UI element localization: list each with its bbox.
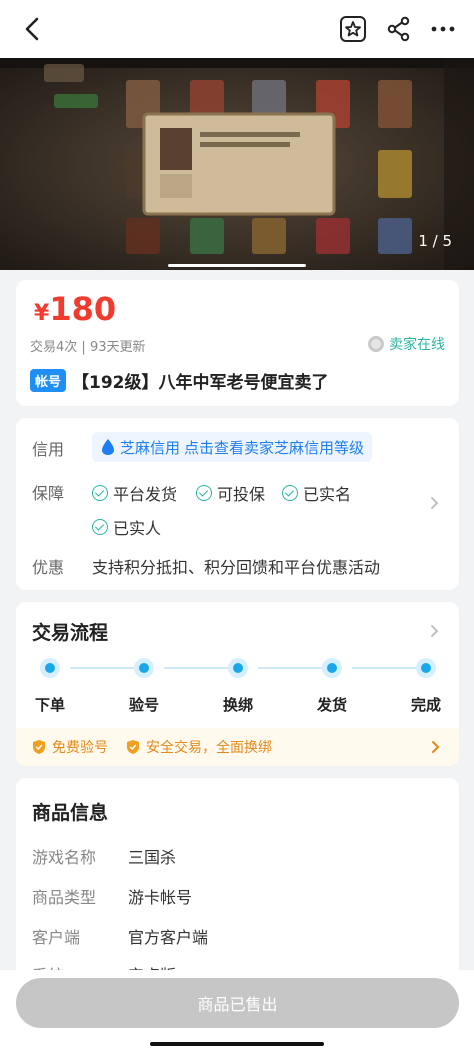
price: ¥180 — [34, 290, 116, 328]
process-step: 发货 — [302, 658, 362, 715]
promo-label: 优惠 — [32, 558, 65, 577]
water-drop-icon — [102, 439, 114, 455]
info-key: 客户端 — [32, 928, 81, 947]
info-row: 游戏名称 三国杀 — [32, 844, 176, 868]
step-label: 下单 — [34, 696, 65, 714]
step-dot-icon — [322, 658, 342, 678]
product-info-title: 商品信息 — [32, 802, 109, 824]
bottom-bar: 商品已售出 — [0, 970, 474, 1053]
step-label: 发货 — [316, 696, 347, 714]
credit-label: 信用 — [32, 440, 65, 459]
step-dot-icon — [40, 658, 60, 678]
account-tag: 帐号 — [30, 369, 67, 392]
safety-bar[interactable]: 免费验号 安全交易，全面换绑 — [16, 728, 459, 766]
seller-status-text: 卖家在线 — [389, 337, 445, 353]
listing-title-row: 帐号 【192级】八年中军老号便宜卖了 — [30, 368, 329, 393]
price-value: 180 — [49, 290, 117, 328]
info-key: 商品类型 — [32, 888, 97, 907]
chevron-right-icon[interactable] — [429, 496, 441, 510]
info-key: 游戏名称 — [32, 848, 97, 867]
image-gallery[interactable]: 1 / 5 — [0, 58, 474, 270]
info-value: 三国杀 — [128, 848, 177, 867]
info-row: 客户端 官方客户端 — [32, 924, 208, 948]
update-time: 93天更新 — [89, 340, 146, 355]
top-nav-bar — [0, 0, 474, 58]
check-circle-icon — [282, 485, 298, 501]
guarantee-card[interactable]: 信用 芝麻信用 点击查看卖家芝麻信用等级 保障 平台发货 可投保 已实名 已实人… — [16, 418, 459, 590]
more-options-icon[interactable] — [428, 14, 458, 44]
process-step: 完成 — [396, 658, 456, 715]
free-verify-text: 免费验号 — [52, 740, 108, 756]
credit-badge[interactable]: 芝麻信用 点击查看卖家芝麻信用等级 — [92, 432, 373, 462]
currency-symbol: ¥ — [34, 301, 50, 326]
promo-text: 支持积分抵扣、积分回馈和平台优惠活动 — [92, 558, 381, 577]
guarantee-label: 保障 — [32, 484, 65, 503]
gallery-indicator — [168, 264, 306, 267]
process-step: 下单 — [20, 658, 80, 715]
product-info-card: 商品信息 游戏名称三国杀 商品类型游卡帐号 客户端官方客户端 系统安卓版 — [16, 778, 459, 985]
safe-trade-text: 安全交易，全面换绑 — [146, 740, 272, 756]
zhima-credit-label: 芝麻信用 — [120, 438, 181, 457]
step-label: 完成 — [410, 696, 441, 714]
home-indicator — [150, 1042, 324, 1046]
step-dot-icon — [134, 658, 154, 678]
check-circle-icon — [196, 485, 212, 501]
info-value: 游卡帐号 — [128, 888, 193, 907]
process-step: 换绑 — [208, 658, 268, 715]
share-icon[interactable] — [384, 14, 414, 44]
trade-process-title: 交易流程 — [32, 622, 109, 644]
info-value: 官方客户端 — [128, 928, 209, 947]
guarantee-item: 已实名 — [282, 481, 351, 505]
process-step: 验号 — [114, 658, 174, 715]
trade-count: 交易4次 — [30, 340, 78, 355]
process-steps: 下单 验号 换绑 发货 完成 — [16, 658, 459, 718]
guarantee-item: 平台发货 — [92, 481, 177, 505]
game-screenshot-image — [0, 58, 474, 270]
shield-icon — [127, 740, 139, 754]
check-circle-icon — [92, 485, 108, 501]
trade-meta: 交易4次 | 93天更新 — [30, 336, 146, 355]
step-label: 换绑 — [222, 696, 253, 714]
guarantee-item-label: 已实名 — [303, 485, 352, 504]
chevron-right-icon[interactable] — [431, 740, 441, 754]
shield-icon — [33, 740, 45, 754]
guarantee-item-label: 已实人 — [113, 519, 162, 538]
favorite-star-icon[interactable] — [338, 14, 368, 44]
seller-online-status: 卖家在线 — [368, 334, 445, 354]
step-label: 验号 — [128, 696, 159, 714]
gallery-counter: 1 / 5 — [418, 232, 452, 250]
guarantee-item-label: 平台发货 — [113, 485, 178, 504]
back-arrow-icon[interactable] — [18, 14, 48, 44]
price-card: ¥180 交易4次 | 93天更新 卖家在线 帐号 【192级】八年中军老号便宜… — [16, 280, 459, 406]
listing-title: 【192级】八年中军老号便宜卖了 — [72, 373, 329, 393]
info-row: 商品类型 游卡帐号 — [32, 884, 192, 908]
guarantee-item-label: 可投保 — [217, 485, 266, 504]
guarantee-item: 可投保 — [196, 481, 265, 505]
credit-link[interactable]: 点击查看卖家芝麻信用等级 — [184, 437, 364, 458]
step-dot-icon — [416, 658, 436, 678]
chevron-right-icon[interactable] — [429, 624, 441, 638]
seller-status-icon — [368, 336, 384, 352]
check-circle-icon — [92, 519, 108, 535]
meta-separator: | — [81, 340, 86, 355]
guarantee-item: 已实人 — [92, 515, 161, 539]
trade-process-card[interactable]: 交易流程 下单 验号 换绑 发货 完成 免费验号 安全交易，全面换绑 — [16, 602, 459, 766]
sold-out-button[interactable]: 商品已售出 — [16, 978, 459, 1028]
step-dot-icon — [228, 658, 248, 678]
